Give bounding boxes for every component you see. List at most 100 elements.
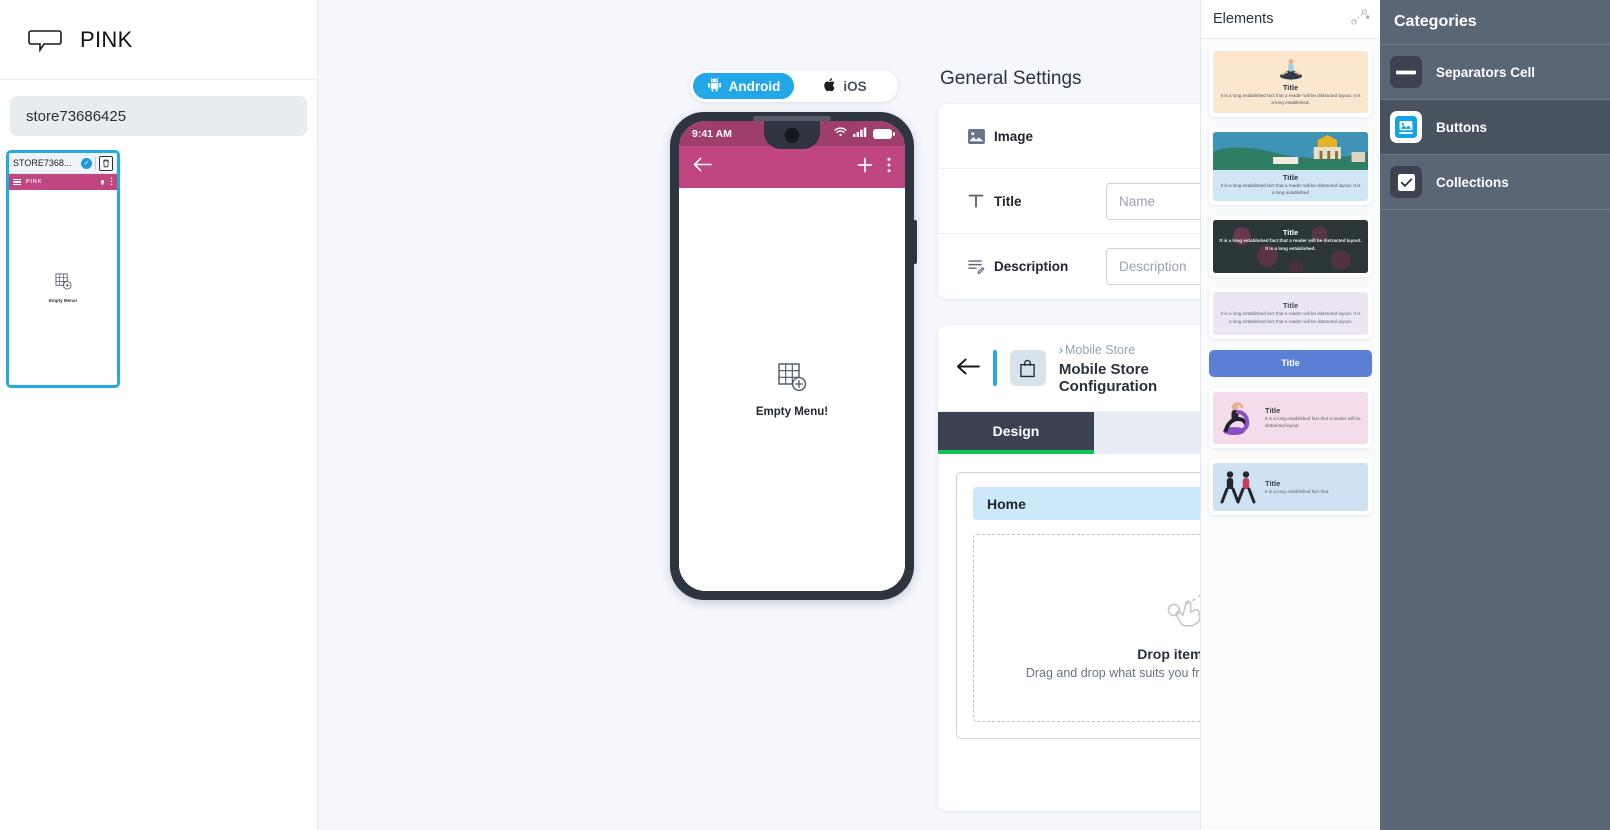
center-workspace: Android iOS 9:41 AM Empty Menu! General … bbox=[318, 0, 1200, 830]
element-card-title: Title bbox=[1265, 478, 1281, 488]
general-settings-row-image: Image bbox=[938, 104, 1200, 169]
os-toggle-ios-label: iOS bbox=[843, 78, 867, 94]
chevron-right-icon: › bbox=[1058, 343, 1064, 357]
screen-row-home[interactable]: Home ✓ Main Screen Clear All bbox=[973, 487, 1200, 520]
status-icons bbox=[834, 127, 895, 140]
shopping-bag-icon bbox=[1009, 350, 1046, 386]
general-settings-row-title: Title bbox=[938, 169, 1200, 234]
battery-icon bbox=[873, 128, 895, 139]
forms-column: General Settings Image Title Name Descri… bbox=[938, 0, 1200, 811]
description-icon bbox=[968, 259, 994, 274]
breadcrumb[interactable]: › Mobile Store bbox=[1059, 343, 1135, 357]
dropzone[interactable]: Drop items here Drag and drop what suits… bbox=[973, 534, 1200, 722]
image-icon bbox=[968, 128, 994, 144]
configuration-titles: › Mobile Store Mobile Store Configuration bbox=[1059, 341, 1200, 395]
grid-add-icon bbox=[55, 273, 72, 295]
button-block-icon bbox=[1390, 111, 1422, 143]
category-item-separators-cell[interactable]: Separators Cell bbox=[1380, 45, 1610, 100]
status-time: 9:41 AM bbox=[692, 127, 732, 140]
element-card-title: Title bbox=[1282, 228, 1299, 238]
element-card-inner: Title It is a long established fact that… bbox=[1213, 462, 1368, 511]
store-card-title: STORE7368... bbox=[13, 158, 72, 168]
tab-design-label: Design bbox=[992, 423, 1040, 439]
element-card[interactable]: Title It is a long established fact that… bbox=[1209, 458, 1372, 515]
node-link-icon[interactable] bbox=[1351, 8, 1370, 30]
phone-empty-label: Empty Menu! bbox=[755, 405, 829, 418]
yoga-meditation-icon bbox=[1213, 57, 1368, 81]
trash-icon[interactable] bbox=[99, 155, 113, 171]
element-card[interactable]: Title It is a long established fact that… bbox=[1209, 47, 1372, 118]
configuration-tabs: Design ✓ Default Store bbox=[938, 412, 1200, 454]
more-vertical-icon bbox=[110, 173, 113, 191]
os-toggle-ios[interactable]: iOS bbox=[794, 73, 895, 99]
arrow-left-icon[interactable] bbox=[956, 357, 980, 379]
phone-screen: 9:41 AM Empty Menu! bbox=[679, 121, 905, 591]
elements-header: Elements bbox=[1201, 0, 1380, 39]
accent-bar bbox=[993, 350, 997, 386]
element-card-inner: Title It is a long established fact that… bbox=[1213, 51, 1368, 114]
tab-default-store[interactable]: ✓ Default Store bbox=[1094, 412, 1200, 454]
element-card-title: Title bbox=[1282, 173, 1299, 183]
landscape-photo bbox=[1213, 132, 1368, 171]
categories-header: Categories bbox=[1380, 0, 1610, 45]
divider bbox=[95, 156, 96, 170]
os-toggle-android[interactable]: Android bbox=[693, 73, 794, 99]
element-card-inner: Title It is a long established fact that… bbox=[1213, 391, 1368, 444]
element-card-inner: Title It is a long established fact that… bbox=[1213, 220, 1368, 274]
design-panel: Home ✓ Main Screen Clear All bbox=[956, 472, 1200, 739]
left-sidebar: PINK store73686425 STORE7368... ✓ PINK E… bbox=[0, 0, 318, 830]
element-card[interactable]: Title bbox=[1209, 349, 1372, 377]
phone-app-bar bbox=[679, 146, 905, 188]
title-input[interactable] bbox=[1106, 182, 1200, 220]
store-preview-card[interactable]: STORE7368... ✓ PINK Empty Menu! bbox=[6, 150, 120, 388]
category-item-label: Collections bbox=[1436, 174, 1509, 190]
brand-name: PINK bbox=[80, 26, 133, 52]
os-toggle: Android iOS bbox=[690, 70, 898, 102]
mobile-store-configuration-card: › Mobile Store Mobile Store Configuration… bbox=[938, 325, 1200, 811]
configuration-title: Mobile Store Configuration bbox=[1058, 361, 1158, 395]
element-card-inner: Title bbox=[1209, 349, 1372, 377]
store-card-appbar: PINK bbox=[9, 174, 117, 190]
hamburger-icon bbox=[13, 178, 21, 186]
drag-drop-hand-icon bbox=[1160, 577, 1200, 634]
element-card-inner: Title It is a long established fact that… bbox=[1213, 292, 1368, 335]
brand-bar: PINK bbox=[0, 0, 317, 80]
element-card-text: It is a long established fact that a rea… bbox=[1220, 93, 1361, 106]
element-card-text: It is a long established fact that a rea… bbox=[1220, 311, 1361, 324]
category-item-buttons[interactable]: Buttons bbox=[1380, 100, 1610, 155]
signal-bars-icon bbox=[853, 127, 867, 140]
element-card-title: Title bbox=[1282, 83, 1299, 92]
general-settings-label-description: Description bbox=[994, 259, 1069, 274]
element-card-text: It is a long established fact that. bbox=[1265, 488, 1330, 494]
element-card-text: It is a long established fact that a rea… bbox=[1265, 416, 1361, 429]
store-card-appbar-title: PINK bbox=[26, 179, 43, 185]
element-card[interactable]: Title It is a long established fact that… bbox=[1209, 216, 1372, 278]
element-card[interactable]: Title It is a long established fact that… bbox=[1209, 387, 1372, 448]
category-item-collections[interactable]: Collections bbox=[1380, 155, 1610, 210]
element-card-title: Title bbox=[1282, 301, 1299, 311]
plus-icon[interactable] bbox=[857, 157, 873, 178]
text-format-icon bbox=[968, 193, 994, 209]
category-item-label: Buttons bbox=[1436, 119, 1487, 135]
description-input[interactable] bbox=[1106, 248, 1200, 285]
more-vertical-icon[interactable] bbox=[887, 157, 891, 178]
general-settings-row-description: Description bbox=[938, 234, 1200, 299]
tab-design[interactable]: Design bbox=[938, 412, 1094, 454]
general-settings-label-image: Image bbox=[994, 128, 1034, 144]
wifi-icon bbox=[834, 127, 847, 140]
arrow-left-icon[interactable] bbox=[693, 157, 712, 177]
element-card-title: Title bbox=[1265, 406, 1281, 416]
element-card[interactable]: Title It is a long established fact that… bbox=[1209, 128, 1372, 206]
element-card[interactable]: Title It is a long established fact that… bbox=[1209, 288, 1372, 339]
page-title: General Settings bbox=[940, 68, 1082, 89]
apple-icon bbox=[822, 77, 836, 96]
bell-icon bbox=[100, 173, 105, 191]
os-toggle-android-label: Android bbox=[728, 78, 781, 94]
element-card-text: It is a long established fact that a rea… bbox=[1219, 238, 1362, 251]
elements-header-title: Elements bbox=[1213, 11, 1274, 27]
speech-bubble-icon bbox=[28, 28, 62, 53]
app-root: PINK store73686425 STORE7368... ✓ PINK E… bbox=[0, 0, 1610, 830]
store-search-field[interactable]: store73686425 bbox=[10, 96, 307, 136]
elements-list: Title It is a long established fact that… bbox=[1201, 39, 1380, 830]
configuration-header: › Mobile Store Mobile Store Configuration… bbox=[938, 325, 1200, 412]
